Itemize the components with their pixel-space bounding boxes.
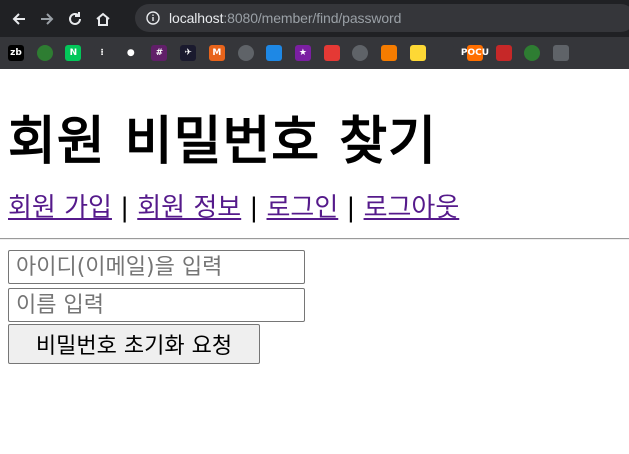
signup-link[interactable]: 회원 가입 bbox=[8, 193, 112, 223]
link-separator: | bbox=[241, 193, 267, 223]
oracle-icon[interactable] bbox=[495, 45, 512, 61]
pocu-icon[interactable]: POCU bbox=[461, 45, 489, 61]
find-password-form: 비밀번호 초기화 요청 bbox=[8, 250, 621, 364]
url-host: localhost bbox=[169, 10, 224, 26]
page-content: 회원 비밀번호 찾기 회원 가입 | 회원 정보 | 로그인 | 로그아웃 비밀… bbox=[0, 112, 629, 364]
dots-icon[interactable]: ⁝ bbox=[94, 45, 111, 61]
browser-toolbar: localhost:8080/member/find/password bbox=[0, 0, 629, 37]
url-path: :8080/member/find/password bbox=[223, 10, 402, 26]
name-input[interactable] bbox=[8, 288, 305, 322]
globe-icon[interactable] bbox=[524, 45, 541, 61]
forward-button[interactable] bbox=[36, 8, 58, 30]
link-separator: | bbox=[111, 193, 138, 223]
login-link[interactable]: 로그인 bbox=[267, 193, 339, 223]
plane-icon[interactable]: ✈ bbox=[180, 45, 197, 61]
figure-icon[interactable] bbox=[438, 45, 455, 61]
image-icon[interactable] bbox=[266, 45, 283, 61]
email-input[interactable] bbox=[8, 250, 305, 284]
github-icon[interactable]: ● bbox=[122, 45, 139, 61]
reset-password-button[interactable]: 비밀번호 초기화 요청 bbox=[8, 324, 260, 364]
app-icon[interactable] bbox=[553, 45, 570, 61]
bookmarks-bar: zb N ⁝ ● # ✈ M ★ POCU bbox=[0, 37, 629, 69]
member-info-link[interactable]: 회원 정보 bbox=[137, 193, 241, 223]
back-arrow-icon bbox=[12, 12, 25, 25]
note-icon[interactable] bbox=[409, 45, 426, 61]
nav-links: 회원 가입 | 회원 정보 | 로그인 | 로그아웃 bbox=[8, 192, 621, 224]
link-separator: | bbox=[338, 193, 364, 223]
naver-icon[interactable]: N bbox=[65, 45, 82, 61]
back-button[interactable] bbox=[8, 8, 30, 30]
globe-icon[interactable] bbox=[237, 45, 254, 61]
m-icon[interactable]: M bbox=[208, 45, 225, 61]
star-icon[interactable]: ★ bbox=[294, 45, 311, 61]
reload-icon bbox=[69, 11, 81, 25]
slack-icon[interactable]: # bbox=[151, 45, 168, 61]
forward-arrow-icon bbox=[41, 12, 54, 25]
page-title: 회원 비밀번호 찾기 bbox=[8, 112, 437, 172]
address-bar[interactable]: localhost:8080/member/find/password bbox=[135, 4, 629, 32]
globe-icon[interactable] bbox=[352, 45, 369, 61]
home-button[interactable] bbox=[92, 8, 114, 30]
reload-button[interactable] bbox=[64, 8, 86, 30]
divider bbox=[0, 238, 629, 240]
ball-icon[interactable] bbox=[323, 45, 340, 61]
home-icon bbox=[96, 12, 110, 26]
fox-icon[interactable] bbox=[380, 45, 397, 61]
logout-link[interactable]: 로그아웃 bbox=[364, 193, 460, 223]
globe-icon[interactable] bbox=[36, 45, 53, 61]
zb-icon[interactable]: zb bbox=[8, 45, 24, 61]
url-text: localhost:8080/member/find/password bbox=[169, 10, 401, 26]
info-icon[interactable] bbox=[146, 11, 160, 25]
